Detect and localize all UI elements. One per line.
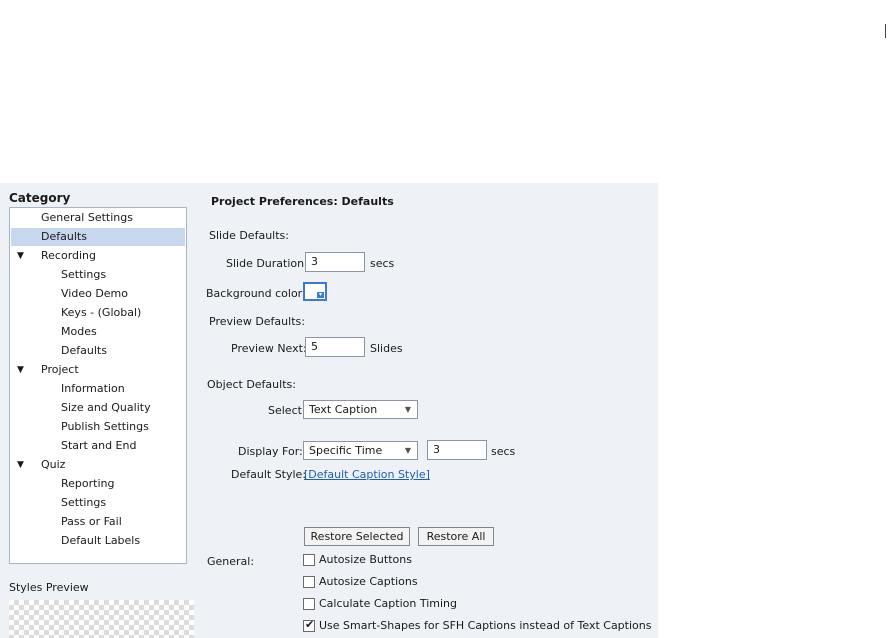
styles-preview-area [9, 600, 194, 638]
display-secs-unit: secs [491, 445, 516, 458]
tree-item[interactable]: ▼ Recording [11, 247, 185, 265]
tree-item-label: Publish Settings [61, 420, 149, 433]
page-title: Project Preferences: Defaults [211, 195, 394, 208]
preview-next-unit: Slides [370, 342, 403, 355]
tree-item-label: Keys - (Global) [61, 306, 142, 319]
slide-duration-label: Slide Duration: [226, 257, 308, 270]
tree-item[interactable]: Size and Quality [11, 399, 185, 417]
general-option-label: Autosize Buttons [319, 553, 412, 566]
default-style-label: Default Style: [231, 468, 307, 481]
preview-defaults-label: Preview Defaults: [209, 315, 305, 328]
general-checkbox[interactable] [303, 554, 315, 566]
tree-item-label: Defaults [41, 230, 87, 243]
tree-item-label: Quiz [41, 458, 66, 471]
tree-item-label: General Settings [41, 211, 133, 224]
general-label: General: [207, 555, 255, 568]
background-color-swatch[interactable]: ▾ [303, 282, 327, 301]
styles-preview-label: Styles Preview [9, 581, 89, 594]
general-option-label: Use Smart-Shapes for SFH Captions instea… [319, 619, 652, 632]
tree-item[interactable]: Default Labels [11, 532, 185, 550]
tree-item[interactable]: ▼ Quiz [11, 456, 185, 474]
general-option-label: Autosize Captions [319, 575, 418, 588]
restore-all-button[interactable]: Restore All [418, 527, 494, 546]
checkmark-icon: ✔ [305, 618, 315, 631]
category-title: Category [9, 191, 71, 205]
object-select-label: Select: [268, 404, 306, 417]
chevron-down-icon: ▼ [404, 405, 411, 414]
tree-item-label: Start and End [61, 439, 137, 452]
tree-item[interactable]: Settings [11, 494, 185, 512]
tree-item[interactable]: General Settings [11, 209, 185, 227]
general-checkbox[interactable] [303, 576, 315, 588]
slide-duration-unit: secs [370, 257, 395, 270]
object-defaults-label: Object Defaults: [207, 378, 296, 391]
tree-item[interactable]: Pass or Fail [11, 513, 185, 531]
tree-item[interactable]: Modes [11, 323, 185, 341]
display-for-dropdown[interactable]: Specific Time ▼ [303, 441, 418, 460]
tree-item-label: Reporting [61, 477, 115, 490]
restore-selected-button[interactable]: Restore Selected [304, 527, 410, 546]
tree-item[interactable]: Information [11, 380, 185, 398]
slide-defaults-label: Slide Defaults: [209, 229, 289, 242]
tree-item-label: Settings [61, 496, 107, 509]
general-checkbox[interactable] [303, 598, 315, 610]
background-color-label: Background color: [206, 287, 306, 300]
tree-item[interactable]: Publish Settings [11, 418, 185, 436]
tree-item-label: Pass or Fail [61, 515, 122, 528]
tree-item-label: Settings [61, 268, 107, 281]
tree-item[interactable]: Start and End [11, 437, 185, 455]
tree-item-label: Default Labels [61, 534, 141, 547]
chevron-down-icon: ▼ [404, 446, 411, 455]
expand-triangle-icon[interactable]: ▼ [17, 361, 24, 379]
category-tree[interactable]: General Settings Defaults ▼ Recording Settin… [9, 207, 187, 564]
expand-triangle-icon[interactable]: ▼ [17, 456, 24, 474]
tree-item[interactable]: Defaults [11, 228, 185, 246]
preview-next-input[interactable]: 5 [305, 337, 365, 357]
tree-item-label: Information [61, 382, 125, 395]
display-secs-input[interactable]: 3 [427, 440, 487, 460]
tree-item[interactable]: ▼ Project [11, 361, 185, 379]
tree-item-label: Video Demo [61, 287, 128, 300]
object-select-dropdown[interactable]: Text Caption ▼ [303, 400, 418, 419]
tree-item[interactable]: Settings [11, 266, 185, 284]
window-edge-mark [885, 24, 886, 38]
tree-item[interactable]: Defaults [11, 342, 185, 360]
tree-item-label: Size and Quality [61, 401, 151, 414]
preview-next-label: Preview Next: [231, 342, 307, 355]
default-caption-style-link[interactable]: [Default Caption Style] [304, 468, 430, 481]
tree-item[interactable]: Reporting [11, 475, 185, 493]
general-option-label: Calculate Caption Timing [319, 597, 458, 610]
expand-triangle-icon[interactable]: ▼ [17, 247, 24, 265]
tree-item-label: Project [41, 363, 79, 376]
tree-item-label: Recording [41, 249, 97, 262]
tree-item[interactable]: Keys - (Global) [11, 304, 185, 322]
tree-item-label: Modes [61, 325, 97, 338]
display-for-value: Specific Time [309, 444, 383, 457]
general-checkbox[interactable]: ✔ [303, 618, 315, 632]
display-for-label: Display For: [238, 445, 303, 458]
tree-item[interactable]: Video Demo [11, 285, 185, 303]
tree-item-label: Defaults [61, 344, 107, 357]
slide-duration-input[interactable]: 3 [305, 252, 365, 272]
dropdown-arrow-icon: ▾ [317, 291, 324, 298]
object-select-value: Text Caption [309, 403, 378, 416]
